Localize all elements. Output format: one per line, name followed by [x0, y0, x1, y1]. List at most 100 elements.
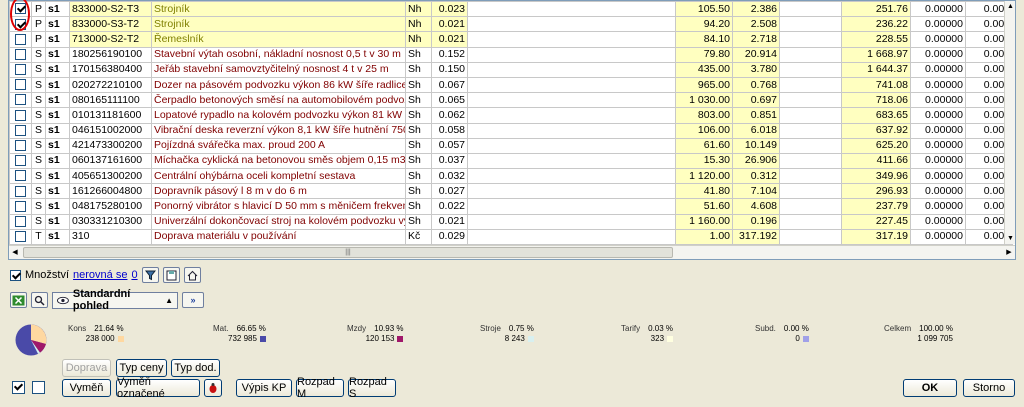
row-blank [467, 183, 676, 200]
select-all-checkbox[interactable] [12, 381, 25, 394]
row-select-checkbox[interactable] [15, 94, 26, 106]
typ-ceny-button[interactable]: Typ ceny [116, 359, 167, 377]
row-blank [467, 107, 676, 124]
table-row[interactable]: Ss1 010131181600 Lopatové rypadlo na kolov… [9, 107, 1013, 124]
table-row[interactable]: Ss1 170156380400 Jeřáb stavební samovztyči… [9, 61, 1013, 78]
summary-value: 1 099 705 [917, 334, 953, 343]
forward-icon[interactable]: » [182, 292, 204, 308]
filter-label: Množství [25, 269, 70, 281]
typ-dod-button[interactable]: Typ dod. [171, 359, 220, 377]
row-total: 625.20 [841, 137, 911, 154]
filter-checkbox[interactable] [10, 269, 21, 281]
row-blank [779, 31, 842, 48]
rozpad-s-button[interactable]: Rozpad S [348, 376, 396, 400]
doprava-button[interactable]: Doprava [62, 359, 111, 377]
table-row[interactable]: Ss1 080165111100 Čerpadlo betonových směsí… [9, 92, 1013, 109]
ok-button[interactable]: OK [903, 379, 957, 397]
filter-funnel-icon[interactable] [141, 267, 159, 283]
row-unit: Sh [405, 122, 432, 139]
row-type: S [31, 198, 46, 215]
row-code: 310 [69, 228, 152, 246]
row-select-checkbox[interactable] [15, 200, 26, 212]
table-row[interactable]: Ps1 833000-S3-T2 Strojník Nh 0.021 94.20 2.508… [9, 16, 1013, 33]
row-select-checkbox[interactable] [15, 33, 26, 45]
row-value-a: 0.00000 [910, 122, 966, 139]
horizontal-scroll-thumb[interactable]: ||| [23, 247, 673, 258]
scroll-up-icon[interactable]: ▲ [1005, 1, 1015, 12]
row-value-a: 0.00000 [910, 198, 966, 215]
vymen-oznacene-button[interactable]: Vyměň označené [116, 376, 200, 400]
row-unit: Sh [405, 183, 432, 200]
rozpad-m-button[interactable]: Rozpad M [296, 376, 344, 400]
table-row[interactable]: Ss1 180256190100 Stavební výtah osobní, ná… [9, 46, 1013, 63]
row-checkbox [9, 16, 32, 33]
row-type: S [31, 92, 46, 109]
row-select-checkbox[interactable] [15, 79, 26, 91]
row-blank [779, 213, 842, 230]
summary-percent: 0.75 % [508, 324, 534, 333]
summary-percent: 21.64 % [94, 324, 124, 333]
view-selector[interactable]: Standardní pohled ▲ [52, 288, 178, 312]
row-select-checkbox[interactable] [15, 18, 26, 30]
row-select-checkbox[interactable] [15, 170, 26, 182]
row-select-checkbox[interactable] [15, 3, 26, 15]
filter-operator-link[interactable]: nerovná se [73, 269, 127, 281]
row-blank [467, 92, 676, 109]
row-quantity: 0.032 [431, 168, 468, 185]
save-filter-icon[interactable] [162, 267, 180, 283]
eye-icon [57, 296, 69, 304]
table-row[interactable]: Ss1 048175280100 Ponorný vibrátor s hlavic… [9, 198, 1013, 215]
row-coefficient: 2.386 [732, 1, 780, 18]
vypis-kp-button[interactable]: Výpis KP [236, 379, 292, 397]
row-coefficient: 10.149 [732, 137, 780, 154]
row-select-checkbox[interactable] [15, 109, 26, 121]
row-total: 637.92 [841, 122, 911, 139]
horizontal-scrollbar[interactable]: ◀ ||| ▶ [9, 245, 1015, 259]
row-value-a: 0.00000 [910, 168, 966, 185]
scroll-left-icon[interactable]: ◀ [9, 246, 21, 259]
row-select-checkbox[interactable] [15, 185, 26, 197]
filter-value-link[interactable]: 0 [131, 269, 137, 281]
row-select-checkbox[interactable] [15, 124, 26, 136]
table-row[interactable]: Ss1 421473300200 Pojízdná svářečka max. pr… [9, 137, 1013, 154]
table-row[interactable]: Ts1 310 Doprava materiálu v používání Kč 0.0… [9, 228, 1013, 246]
scroll-down-icon[interactable]: ▼ [1005, 233, 1015, 244]
row-type: S [31, 137, 46, 154]
vertical-scrollbar[interactable]: ▲ ▼ [1004, 1, 1015, 244]
row-price: 435.00 [675, 61, 733, 78]
row-select-checkbox[interactable] [15, 215, 26, 227]
table-row[interactable]: Ss1 020272210100 Dozer na pásovém podvozku… [9, 76, 1013, 94]
table-row[interactable]: Ss1 046151002000 Vibrační deska reverzní v… [9, 122, 1013, 139]
row-level: s1 [45, 213, 70, 230]
table-row[interactable]: Ss1 161266004800 Dopravník pásový l 8 m v … [9, 183, 1013, 200]
cost-summary: Kons 21.64 % 238 000 Mat. 66.65 % 732 985 Mzdy… [8, 318, 1016, 358]
home-filter-icon[interactable] [183, 267, 201, 283]
row-unit: Sh [405, 137, 432, 154]
row-blank [779, 76, 842, 94]
search-icon[interactable] [31, 292, 48, 308]
deselect-all-checkbox[interactable] [32, 381, 45, 394]
table-row[interactable]: Ss1 030331210300 Univerzální dokončovací s… [9, 213, 1013, 230]
row-checkbox [9, 1, 32, 18]
row-select-checkbox[interactable] [15, 140, 26, 151]
excel-export-icon[interactable] [10, 292, 27, 308]
view-bar: Standardní pohled ▲ » [10, 288, 204, 312]
bug-icon[interactable] [204, 379, 222, 397]
table-row[interactable]: Ss1 405651300200 Centrální ohýbárna oceli … [9, 168, 1013, 185]
storno-button[interactable]: Storno [963, 379, 1015, 397]
row-select-checkbox[interactable] [15, 48, 26, 60]
table-row[interactable]: Ps1 833000-S2-T3 Strojník Nh 0.023 105.50 2.38… [9, 1, 1013, 18]
scroll-right-icon[interactable]: ▶ [1003, 246, 1015, 259]
row-level: s1 [45, 137, 70, 154]
row-coefficient: 4.608 [732, 198, 780, 215]
row-select-checkbox[interactable] [15, 64, 26, 76]
row-total: 411.66 [841, 152, 911, 170]
row-quantity: 0.021 [431, 213, 468, 230]
table-row[interactable]: Ss1 060137161600 Míchačka cyklická na beto… [9, 152, 1013, 170]
row-select-checkbox[interactable] [15, 231, 26, 243]
table-row[interactable]: Ps1 713000-S2-T2 Řemeslník Nh 0.021 84.10 2.71… [9, 31, 1013, 48]
items-grid[interactable]: Ps1 833000-S2-T3 Strojník Nh 0.023 105.50 2.38… [8, 0, 1016, 260]
row-unit: Sh [405, 61, 432, 78]
vymen-button[interactable]: Vyměň [62, 379, 111, 397]
row-select-checkbox[interactable] [15, 155, 26, 167]
